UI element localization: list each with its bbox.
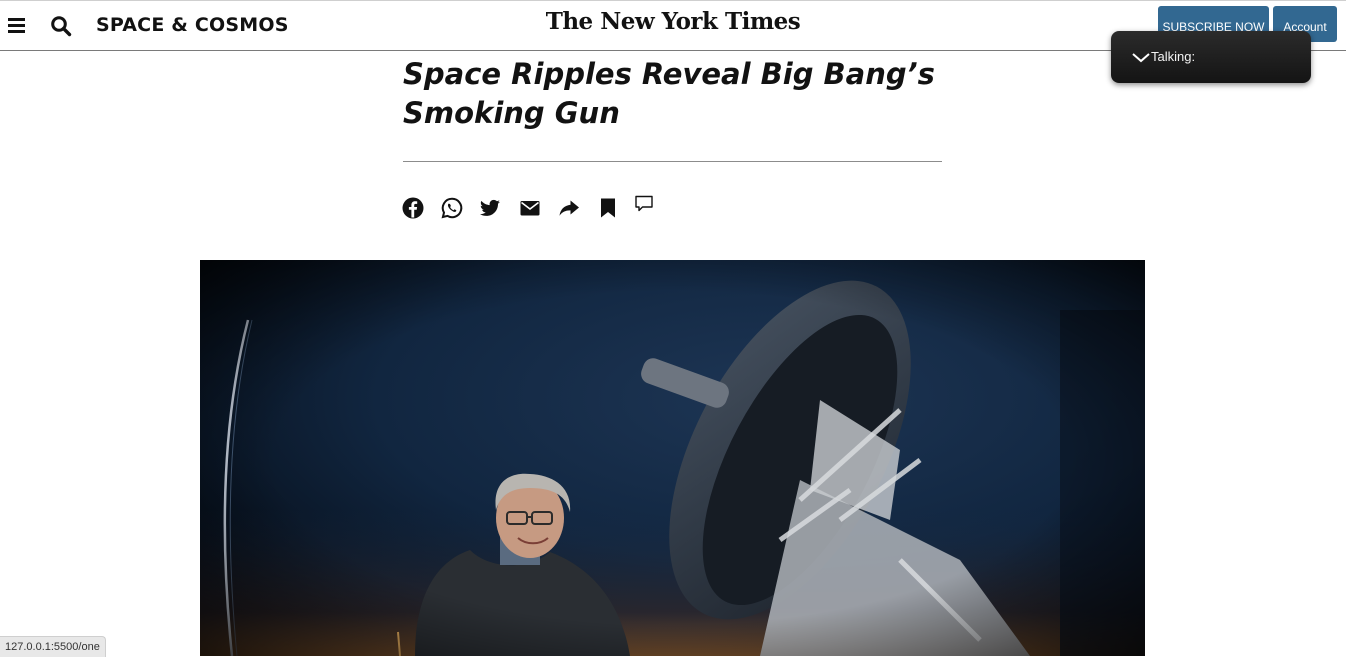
bookmark-icon[interactable] (596, 196, 620, 220)
whatsapp-icon[interactable] (440, 196, 464, 220)
hamburger-menu-icon[interactable] (8, 18, 25, 33)
email-icon[interactable] (518, 196, 542, 220)
facebook-icon[interactable] (401, 196, 425, 220)
talking-label: Talking: (1151, 49, 1196, 64)
status-bar-url: 127.0.0.1:5500/one (0, 636, 106, 657)
comment-icon[interactable] (632, 192, 656, 216)
search-icon[interactable] (50, 15, 72, 37)
section-title[interactable]: SPACE & COSMOS (96, 14, 289, 36)
article-headline: Space Ripples Reveal Big Bang’s Smoking … (403, 57, 935, 130)
headline-divider (403, 161, 942, 162)
talking-panel: Talking: (1111, 31, 1311, 83)
article-lead-image (200, 260, 1145, 656)
masthead-logo-text[interactable]: The New York Times (546, 8, 801, 35)
twitter-icon[interactable] (478, 196, 502, 220)
share-icon[interactable] (557, 196, 581, 220)
chevron-down-icon[interactable] (1131, 50, 1151, 64)
